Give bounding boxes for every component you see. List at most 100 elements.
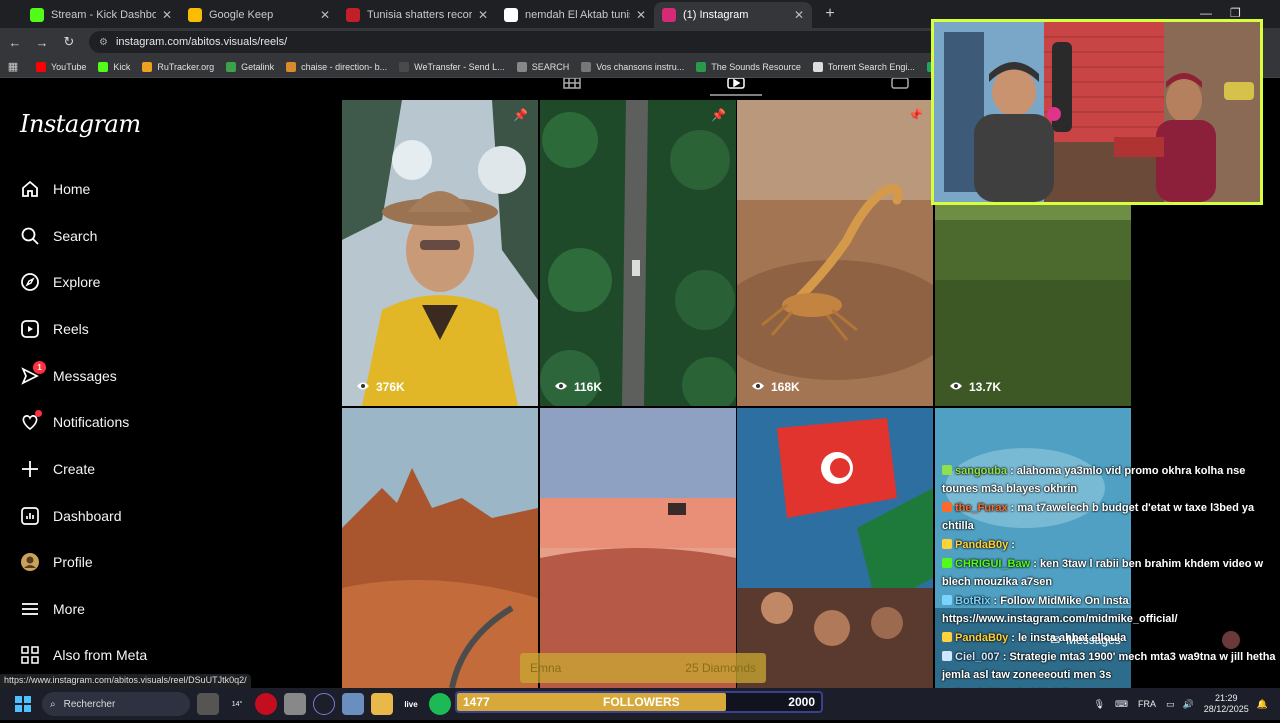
bookmark-item[interactable]: Getalink <box>226 61 274 72</box>
chat-username[interactable]: BotRix <box>955 595 990 607</box>
bookmark-item[interactable]: chaise - direction- b... <box>286 61 387 72</box>
sidebar-item-messages[interactable]: 1 Messages <box>19 361 117 391</box>
bookmark-item[interactable]: WeTransfer - Send L... <box>399 61 505 72</box>
donation-amount: 25 Diamonds <box>685 661 756 675</box>
sidebar-item-label: Dashboard <box>53 508 122 524</box>
sidebar-item-label: Notifications <box>53 414 130 430</box>
bookmark-item[interactable]: The Sounds Resource <box>696 61 801 72</box>
chat-message: sangouba : alahoma ya3mlo vid promo okhr… <box>942 462 1277 498</box>
chat-username[interactable]: PandaB0y <box>955 539 1008 551</box>
messages-pill[interactable]: ✉ Messages <box>1050 629 1240 651</box>
site-info-icon[interactable]: ⚙ <box>99 37 108 48</box>
eye-icon <box>356 380 376 394</box>
instagram-logo[interactable]: Instagram <box>20 110 141 138</box>
bookmark-item[interactable]: RuTracker.org <box>142 61 214 72</box>
photos-icon[interactable] <box>342 693 364 715</box>
sidebar-item-dashboard[interactable]: Dashboard <box>19 501 122 531</box>
browser-tab[interactable]: Stream - Kick Dashboard ✕ <box>22 2 180 28</box>
kick-icon <box>30 8 44 22</box>
taskbar-search[interactable]: ⌕ Rechercher <box>42 692 190 716</box>
reload-icon[interactable]: ↻ <box>57 34 81 50</box>
task-view-icon[interactable] <box>197 693 219 715</box>
tab-title: (1) Instagram <box>683 9 749 21</box>
keyboard-icon[interactable]: ⌨ <box>1115 699 1128 710</box>
new-tab-button[interactable]: + <box>818 2 842 26</box>
folder-icon[interactable] <box>371 693 393 715</box>
bookmark-favicon-icon <box>226 61 237 72</box>
network-icon[interactable]: ▭ <box>1166 699 1175 710</box>
reel-thumbnail[interactable] <box>342 408 538 688</box>
forward-icon[interactable]: → <box>30 35 54 50</box>
close-icon[interactable]: ✕ <box>636 8 646 22</box>
chat-username[interactable]: sangouba <box>955 465 1007 477</box>
volume-icon[interactable]: 🔊 <box>1183 699 1194 710</box>
browser-tab[interactable]: (1) Instagram ✕ <box>654 2 812 28</box>
eye-icon <box>751 380 771 394</box>
maximize-icon[interactable]: ❐ <box>1230 6 1241 20</box>
sidebar-item-search[interactable]: Search <box>19 221 97 251</box>
sidebar-item-create[interactable]: Create <box>19 454 95 484</box>
instagram-icon <box>662 8 676 22</box>
close-icon[interactable]: ✕ <box>794 8 804 22</box>
reels-icon <box>19 318 41 340</box>
sidebar-item-explore[interactable]: Explore <box>19 267 100 297</box>
opera-icon[interactable] <box>255 693 277 715</box>
mic-icon[interactable]: 🎙 <box>1094 699 1105 710</box>
bookmark-item[interactable]: SEARCH <box>516 61 569 72</box>
chat-username[interactable]: the_Furax <box>955 502 1008 514</box>
close-icon[interactable]: ✕ <box>320 8 330 22</box>
reel-thumbnail[interactable]: 📌 376K <box>342 100 538 406</box>
apps-grid-icon[interactable]: ▦ <box>0 60 26 73</box>
sidebar-item-also-from-meta[interactable]: Also from Meta <box>19 640 147 670</box>
reel-thumbnail[interactable] <box>737 408 933 688</box>
user-badge-icon <box>942 502 952 512</box>
webcam-overlay <box>931 19 1263 205</box>
minimize-icon[interactable]: — <box>1200 6 1212 20</box>
back-icon[interactable]: ← <box>3 35 27 50</box>
chat-username[interactable]: CHRIGUI_Baw <box>955 558 1030 570</box>
bookmark-favicon-icon <box>399 61 410 72</box>
close-icon[interactable]: ✕ <box>162 8 172 22</box>
message-count-badge: 1 <box>33 361 46 374</box>
weather-icon[interactable]: 14° <box>226 693 248 715</box>
sidebar-item-more[interactable]: More <box>19 594 85 624</box>
reel-thumbnail[interactable]: 📌 116K <box>540 100 736 406</box>
live-app-icon[interactable]: live <box>400 693 422 715</box>
chat-text: : <box>1011 539 1015 551</box>
bookmark-list: YouTube Kick RuTracker.org Getalink chaise -… <box>36 61 1049 72</box>
url-field[interactable]: ⚙ instagram.com/abitos.visuals/reels/ <box>89 31 969 53</box>
chat-username[interactable]: PandaB0y <box>955 632 1008 644</box>
bookmark-item[interactable]: Kick <box>98 61 130 72</box>
reel-image <box>342 408 538 688</box>
clock[interactable]: 21:29 28/12/2025 <box>1204 693 1249 715</box>
url-text: instagram.com/abitos.visuals/reels/ <box>115 36 288 48</box>
reel-thumbnail[interactable] <box>540 408 736 688</box>
record-icon[interactable] <box>313 693 335 715</box>
reel-thumbnail[interactable]: 📌 168K <box>737 100 933 406</box>
bookmark-item[interactable]: Vos chansons instru... <box>581 61 684 72</box>
sidebar-item-profile[interactable]: Profile <box>19 547 93 577</box>
sidebar-item-reels[interactable]: Reels <box>19 314 89 344</box>
bookmark-favicon-icon <box>516 61 527 72</box>
bookmark-favicon-icon <box>812 61 823 72</box>
user-badge-icon <box>942 558 952 568</box>
chat-username[interactable]: Ciel_007 <box>955 651 1000 663</box>
view-count: 13.7K <box>949 380 1001 394</box>
sidebar-item-notifications[interactable]: Notifications <box>19 407 129 437</box>
notification-bell-icon[interactable]: 🔔 <box>1257 699 1268 710</box>
browser-tab[interactable]: Google Keep ✕ <box>180 2 338 28</box>
bookmark-label: YouTube <box>51 61 87 72</box>
browser-tab[interactable]: Tunisia shatters records with ov ✕ <box>338 2 496 28</box>
spotify-icon[interactable] <box>429 693 451 715</box>
windows-start-icon[interactable] <box>12 693 34 715</box>
bookmark-item[interactable]: Torrent Search Engi... <box>812 61 915 72</box>
bookmark-item[interactable]: YouTube <box>36 61 87 72</box>
sidebar-item-home[interactable]: Home <box>19 174 90 204</box>
language-indicator[interactable]: FRA <box>1138 699 1156 709</box>
browser-tab[interactable]: nemdah El Aktab tunisia promo ✕ <box>496 2 654 28</box>
view-count: 116K <box>554 380 602 394</box>
app-icon[interactable] <box>284 693 306 715</box>
close-icon[interactable]: ✕ <box>478 8 488 22</box>
compass-icon <box>19 271 41 293</box>
sidebar-item-label: Also from Meta <box>53 647 148 663</box>
